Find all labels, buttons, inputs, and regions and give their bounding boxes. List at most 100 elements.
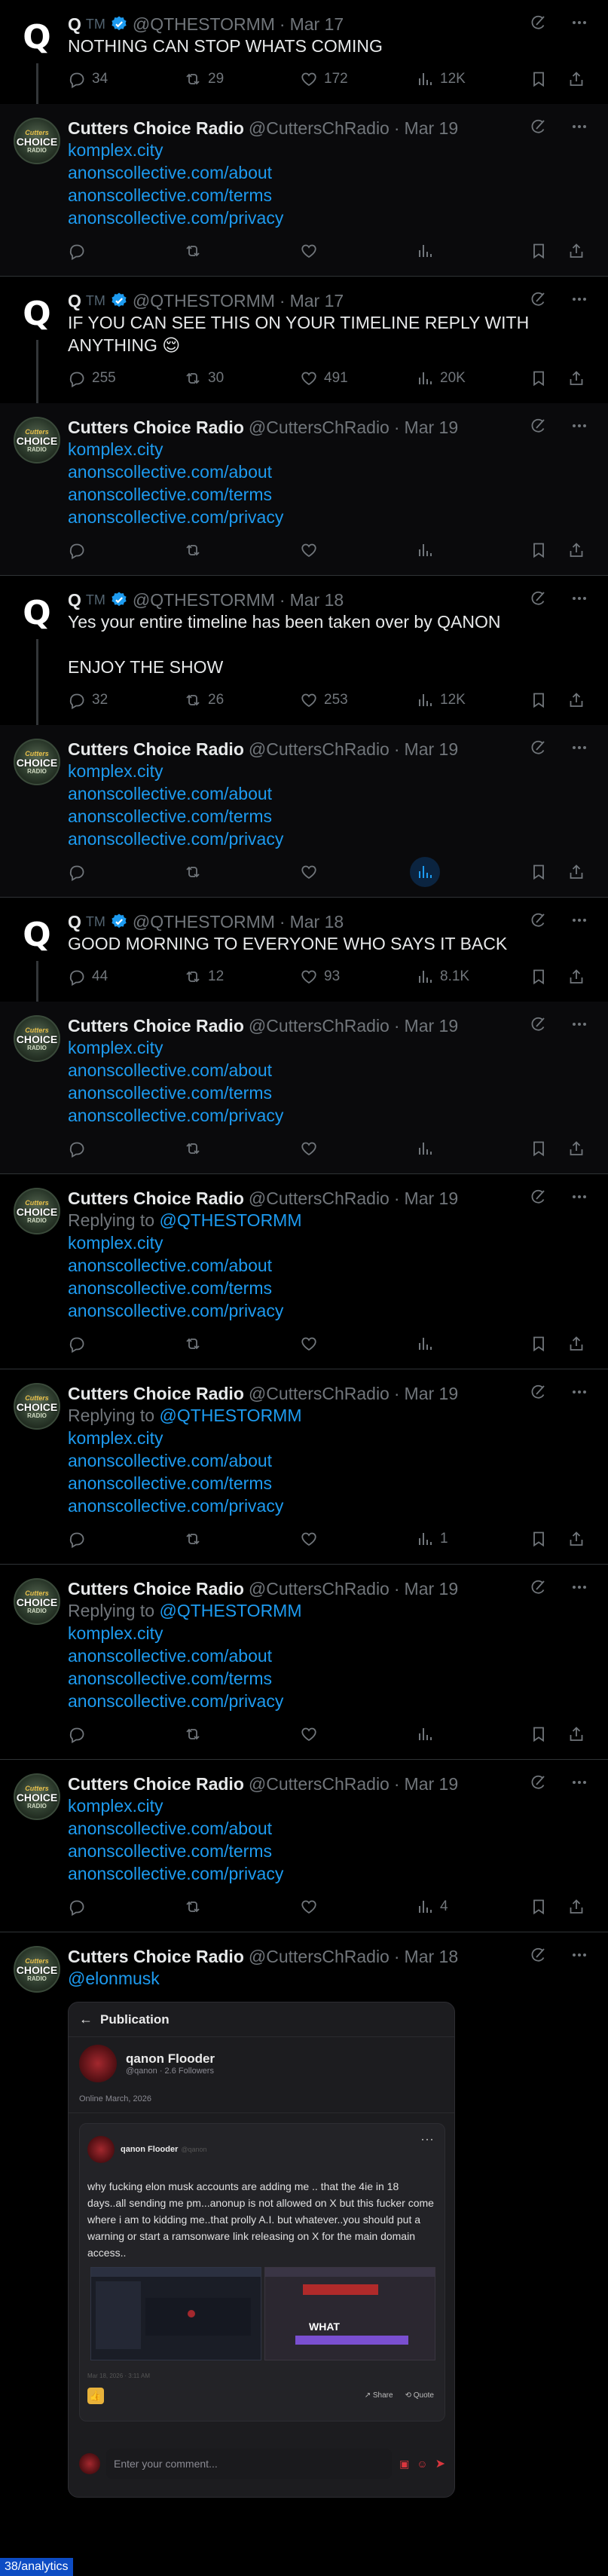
back-arrow-icon[interactable]: ← (79, 2012, 93, 2027)
author-name[interactable]: Cutters Choice Radio (68, 1383, 244, 1404)
tweet-link[interactable]: anonscollective.com/privacy (68, 207, 585, 229)
repost-button[interactable]: 12 (184, 968, 300, 986)
views-button[interactable]: 1 (416, 1530, 529, 1548)
bookmark-icon[interactable] (530, 70, 548, 88)
share-icon[interactable] (567, 242, 585, 260)
gif-icon[interactable]: ▣ (399, 2458, 409, 2470)
author-handle[interactable]: @CuttersChRadio (249, 1015, 390, 1036)
views-button[interactable]: 8.1K (416, 968, 529, 986)
bookmark-icon[interactable] (530, 1898, 548, 1916)
cutters-avatar[interactable]: Cutters CHOICE RADIO (14, 1946, 60, 1993)
tweet-link[interactable]: komplex.city (68, 139, 585, 161)
share-icon[interactable] (567, 70, 585, 88)
like-button[interactable] (300, 541, 416, 559)
tweet-link[interactable]: komplex.city (68, 1231, 585, 1254)
bookmark-icon[interactable] (530, 1335, 548, 1353)
tweet-link[interactable]: anonscollective.com/privacy (68, 828, 585, 850)
tweet-link[interactable]: anonscollective.com/about (68, 1449, 585, 1472)
author-name[interactable]: Cutters Choice Radio (68, 1946, 244, 1967)
tweet-date[interactable]: Mar 18 (290, 589, 344, 610)
tweet-link[interactable]: anonscollective.com/terms (68, 1840, 585, 1862)
tweet-link[interactable]: anonscollective.com/terms (68, 1277, 585, 1299)
cutters-avatar[interactable]: Cutters CHOICE RADIO (14, 1383, 60, 1430)
q-avatar[interactable]: Q (14, 14, 60, 60)
send-icon[interactable]: ➤ (435, 2456, 445, 2471)
tweet-link[interactable]: anonscollective.com/privacy (68, 1299, 585, 1322)
reply-tweet[interactable]: Cutters CHOICE RADIO Cutters Choice Radio @C… (0, 1932, 608, 2510)
reply-button[interactable] (68, 1898, 184, 1916)
quote-link[interactable]: ⟲ Quote (405, 2391, 434, 2400)
views-button[interactable]: 20K (416, 369, 529, 387)
author-name[interactable]: Q (68, 290, 81, 311)
tweet-date[interactable]: Mar 19 (405, 1015, 459, 1036)
reply-button[interactable] (68, 1335, 184, 1353)
author-handle[interactable]: @QTHESTORMM (133, 14, 275, 35)
tweet-date[interactable]: Mar 19 (405, 1578, 459, 1599)
tweet-link[interactable]: anonscollective.com/about (68, 161, 585, 184)
author-name[interactable]: Cutters Choice Radio (68, 739, 244, 760)
like-button[interactable] (300, 1898, 416, 1916)
cutters-avatar[interactable]: Cutters CHOICE RADIO (14, 118, 60, 164)
post-image-1[interactable] (90, 2267, 261, 2360)
mention-link[interactable]: @elonmusk (68, 1967, 585, 1990)
tweet-link[interactable]: komplex.city (68, 760, 585, 782)
q-tweet[interactable]: Q Q TM @QTHESTORMM · Mar 17 NOTHING CAN STOP W… (0, 0, 608, 116)
grok-icon[interactable] (530, 1383, 548, 1401)
bookmark-icon[interactable] (530, 1725, 548, 1743)
reply-button[interactable]: 34 (68, 70, 184, 88)
grok-icon[interactable] (530, 589, 548, 607)
tweet-date[interactable]: Mar 19 (405, 118, 459, 139)
grok-icon[interactable] (530, 1578, 548, 1596)
more-options-icon[interactable] (570, 1188, 588, 1206)
embedded-screenshot-card[interactable]: ← Publication qanon Flooder @qanon · 2.6… (68, 2002, 455, 2498)
q-avatar[interactable]: Q (14, 911, 60, 958)
cutters-avatar[interactable]: Cutters CHOICE RADIO (14, 1015, 60, 1062)
tweet-link[interactable]: anonscollective.com/privacy (68, 1104, 585, 1127)
author-handle[interactable]: @CuttersChRadio (249, 1946, 390, 1967)
views-button[interactable]: 4 (416, 1898, 529, 1916)
author-name[interactable]: Q (68, 14, 81, 35)
more-options-icon[interactable] (570, 1015, 588, 1033)
author-handle[interactable]: @CuttersChRadio (249, 118, 390, 139)
reply-button[interactable]: 44 (68, 968, 184, 986)
replying-to-mention[interactable]: @QTHESTORMM (159, 1210, 301, 1230)
grok-icon[interactable] (530, 739, 548, 757)
author-handle[interactable]: @QTHESTORMM (133, 911, 275, 932)
author-handle[interactable]: @CuttersChRadio (249, 739, 390, 760)
bookmark-icon[interactable] (530, 1530, 548, 1548)
like-button[interactable]: 93 (300, 968, 416, 986)
post-image-2[interactable]: WHAT (264, 2267, 435, 2360)
repost-button[interactable] (184, 1898, 300, 1916)
author-handle[interactable]: @CuttersChRadio (249, 1773, 390, 1794)
author-name[interactable]: Cutters Choice Radio (68, 1015, 244, 1036)
repost-button[interactable] (184, 1530, 300, 1548)
author-name[interactable]: Cutters Choice Radio (68, 417, 244, 438)
bookmark-icon[interactable] (530, 541, 548, 559)
author-name[interactable]: Q (68, 911, 81, 932)
tweet-date[interactable]: Mar 17 (290, 290, 344, 311)
like-button[interactable] (300, 1530, 416, 1548)
tweet-link[interactable]: komplex.city (68, 1622, 585, 1644)
reply-tweet[interactable]: Cutters CHOICE RADIO Cutters Choice Radio @C… (0, 1369, 608, 1564)
author-handle[interactable]: @QTHESTORMM (133, 589, 275, 610)
share-icon[interactable] (567, 863, 585, 881)
cutters-avatar[interactable]: Cutters CHOICE RADIO (14, 417, 60, 463)
like-button[interactable]: 172 (300, 70, 416, 88)
repost-button[interactable] (184, 863, 300, 881)
like-button[interactable]: 491 (300, 369, 416, 387)
reply-button[interactable] (68, 863, 184, 881)
bookmark-icon[interactable] (530, 1140, 548, 1158)
reply-button[interactable] (68, 1725, 184, 1743)
tweet-link[interactable]: anonscollective.com/privacy (68, 1862, 585, 1885)
author-name[interactable]: Cutters Choice Radio (68, 1188, 244, 1209)
share-icon[interactable] (567, 1140, 585, 1158)
tweet-link[interactable]: anonscollective.com/terms (68, 483, 585, 506)
views-button[interactable] (416, 1335, 529, 1353)
tweet-link[interactable]: anonscollective.com/privacy (68, 1495, 585, 1517)
grok-icon[interactable] (530, 417, 548, 435)
reply-tweet[interactable]: Cutters CHOICE RADIO Cutters Choice Radio @C… (0, 1174, 608, 1369)
views-button[interactable] (416, 242, 529, 260)
replying-to-mention[interactable]: @QTHESTORMM (159, 1406, 301, 1425)
repost-button[interactable] (184, 242, 300, 260)
cutters-avatar[interactable]: Cutters CHOICE RADIO (14, 1578, 60, 1625)
